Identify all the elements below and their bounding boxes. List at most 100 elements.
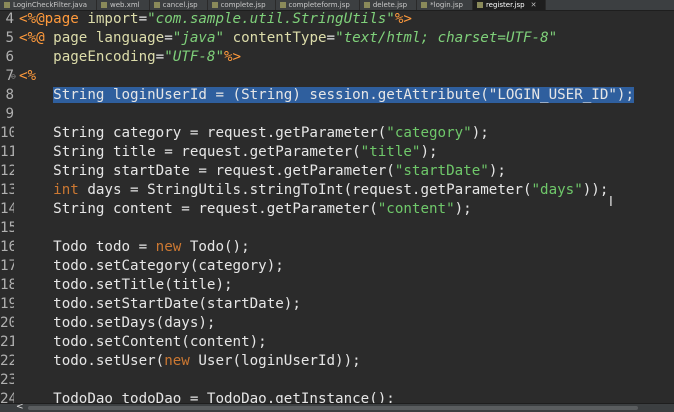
line-number: 24 — [0, 391, 14, 403]
code-token: days = StringUtils.stringToInt(request.g… — [78, 182, 532, 198]
code-text: int days = StringUtils.stringToInt(reque… — [19, 181, 608, 200]
code-token: todo.setDays(days); — [19, 315, 216, 331]
code-line[interactable]: 14 String content = request.getParameter… — [0, 200, 674, 219]
code-line[interactable]: 15 — [0, 219, 674, 238]
line-number: 6 — [5, 49, 14, 65]
code-token: pageEncoding — [53, 49, 156, 65]
tab-label: delete.jsp — [372, 1, 408, 9]
code-token: String title = request.getParameter( — [19, 144, 361, 160]
code-token: int — [53, 182, 79, 198]
code-line[interactable]: 21 todo.setContent(content); — [0, 333, 674, 352]
tab-label: *login.jsp — [430, 1, 463, 9]
code-line[interactable]: 17 todo.setCategory(category); — [0, 257, 674, 276]
file-type-icon — [476, 2, 483, 8]
fold-toggle-icon[interactable]: ⊖ — [11, 67, 16, 86]
code-token: todo.setTitle(title); — [19, 277, 233, 293]
code-line[interactable]: 8 String loginUserId = (String) session.… — [0, 86, 674, 105]
editor-tab[interactable]: delete.jsp — [360, 0, 418, 10]
code-text: <%@page import="com.sample.util.StringUt… — [19, 10, 412, 29]
code-line[interactable]: 5 <%@ page language="java" contentType="t… — [0, 29, 674, 48]
code-line[interactable]: 13 int days = StringUtils.stringToInt(re… — [0, 181, 674, 200]
code-line[interactable]: 11 String title = request.getParameter("… — [0, 143, 674, 162]
code-token: )); — [582, 182, 609, 198]
line-number: 20 — [0, 315, 14, 331]
line-number: 5 — [5, 30, 14, 46]
code-text: todo.setCategory(category); — [19, 257, 284, 276]
code-token: %> — [394, 11, 412, 27]
code-line[interactable]: 12 String startDate = request.getParamet… — [0, 162, 674, 181]
file-type-icon — [363, 2, 370, 8]
code-token: "text/html; charset=UTF-8" — [335, 30, 558, 46]
code-line[interactable]: 9 — [0, 105, 674, 124]
text-cursor-icon: I — [609, 195, 613, 210]
code-text: String category = request.getParameter("… — [19, 124, 489, 143]
code-token: = — [155, 49, 165, 65]
code-token: = — [326, 30, 336, 46]
code-token: ); — [471, 125, 489, 141]
code-editor[interactable]: 4 <%@page import="com.sample.util.StringU… — [0, 10, 674, 403]
line-number: 8 — [5, 87, 14, 103]
code-token: page — [44, 11, 79, 27]
code-token: Todo todo = — [19, 239, 156, 255]
code-token: import — [87, 11, 139, 27]
editor-tab[interactable]: complete.jsp — [208, 0, 276, 10]
code-line[interactable]: 20 todo.setDays(days); — [0, 314, 674, 333]
code-token: "startDate" — [394, 163, 489, 179]
code-token: "title" — [360, 144, 421, 160]
line-number: 22 — [0, 353, 14, 369]
file-type-icon — [421, 2, 428, 8]
scrollbar-thumb[interactable] — [28, 406, 638, 410]
code-token: <%@ — [19, 30, 45, 46]
code-token: "content" — [377, 201, 455, 217]
code-token: new — [155, 239, 182, 255]
code-text: String title = request.getParameter("tit… — [19, 143, 438, 162]
code-line[interactable]: 22 todo.setUser(new User(loginUserId)); — [0, 352, 674, 371]
code-token: "category" — [386, 125, 472, 141]
code-text: Todo todo = new Todo(); — [19, 238, 249, 257]
editor-tab[interactable]: LoginCheckFilter.java — [0, 0, 98, 10]
line-number: 11 — [0, 144, 14, 160]
code-line[interactable]: 18 todo.setTitle(title); — [0, 276, 674, 295]
line-number: 13 — [0, 182, 14, 198]
code-token: "days" — [531, 182, 583, 198]
editor-tab[interactable]: *login.jsp — [417, 0, 473, 10]
code-token: = — [164, 30, 173, 46]
tab-label: completeform.jsp — [288, 1, 350, 9]
code-token: new — [164, 353, 190, 369]
code-line[interactable]: 19 todo.setStartDate(startDate); — [0, 295, 674, 314]
code-token: ); — [454, 201, 472, 217]
code-line[interactable]: 10 String category = request.getParamete… — [0, 124, 674, 143]
code-token: = — [138, 11, 148, 27]
close-tab-icon[interactable]: ✕ — [531, 0, 537, 10]
editor-tab[interactable]: register.jsp ✕ — [472, 0, 547, 10]
editor-tab[interactable]: web.xml — [97, 0, 150, 10]
code-token: ); — [420, 144, 438, 160]
line-number: 4 — [5, 11, 14, 27]
code-line[interactable]: 24 TodoDao todoDao = TodoDao.getInstance… — [0, 390, 674, 403]
line-number: 18 — [0, 277, 14, 293]
code-line[interactable]: 23 — [0, 371, 674, 390]
editor-tab[interactable]: completeform.jsp — [276, 0, 360, 10]
code-token: <%@ — [19, 11, 45, 27]
code-text: todo.setDays(days); — [19, 314, 215, 333]
code-text: todo.setStartDate(startDate); — [19, 295, 301, 314]
line-number: 12 — [0, 163, 14, 179]
code-text: <%@ page language="java" contentType="te… — [19, 29, 557, 48]
code-token: todo.setContent(content); — [19, 334, 267, 350]
code-line[interactable]: 6 pageEncoding="UTF-8"%> — [0, 48, 674, 67]
code-line[interactable]: 7 ⊖ <% — [0, 67, 674, 86]
code-token: TodoDao todoDao = TodoDao.getInstance(); — [19, 391, 395, 403]
editor-tab[interactable]: cancel.jsp — [150, 0, 208, 10]
code-token: language — [95, 30, 165, 46]
code-text: todo.setContent(content); — [19, 333, 267, 352]
line-number: 16 — [0, 239, 14, 255]
code-line[interactable]: 4 <%@page import="com.sample.util.StringU… — [0, 10, 674, 29]
code-token: %> — [224, 49, 242, 65]
line-number: 17 — [0, 258, 14, 274]
code-line[interactable]: 16 Todo todo = new Todo(); — [0, 238, 674, 257]
code-text: String startDate = request.getParameter(… — [19, 162, 506, 181]
